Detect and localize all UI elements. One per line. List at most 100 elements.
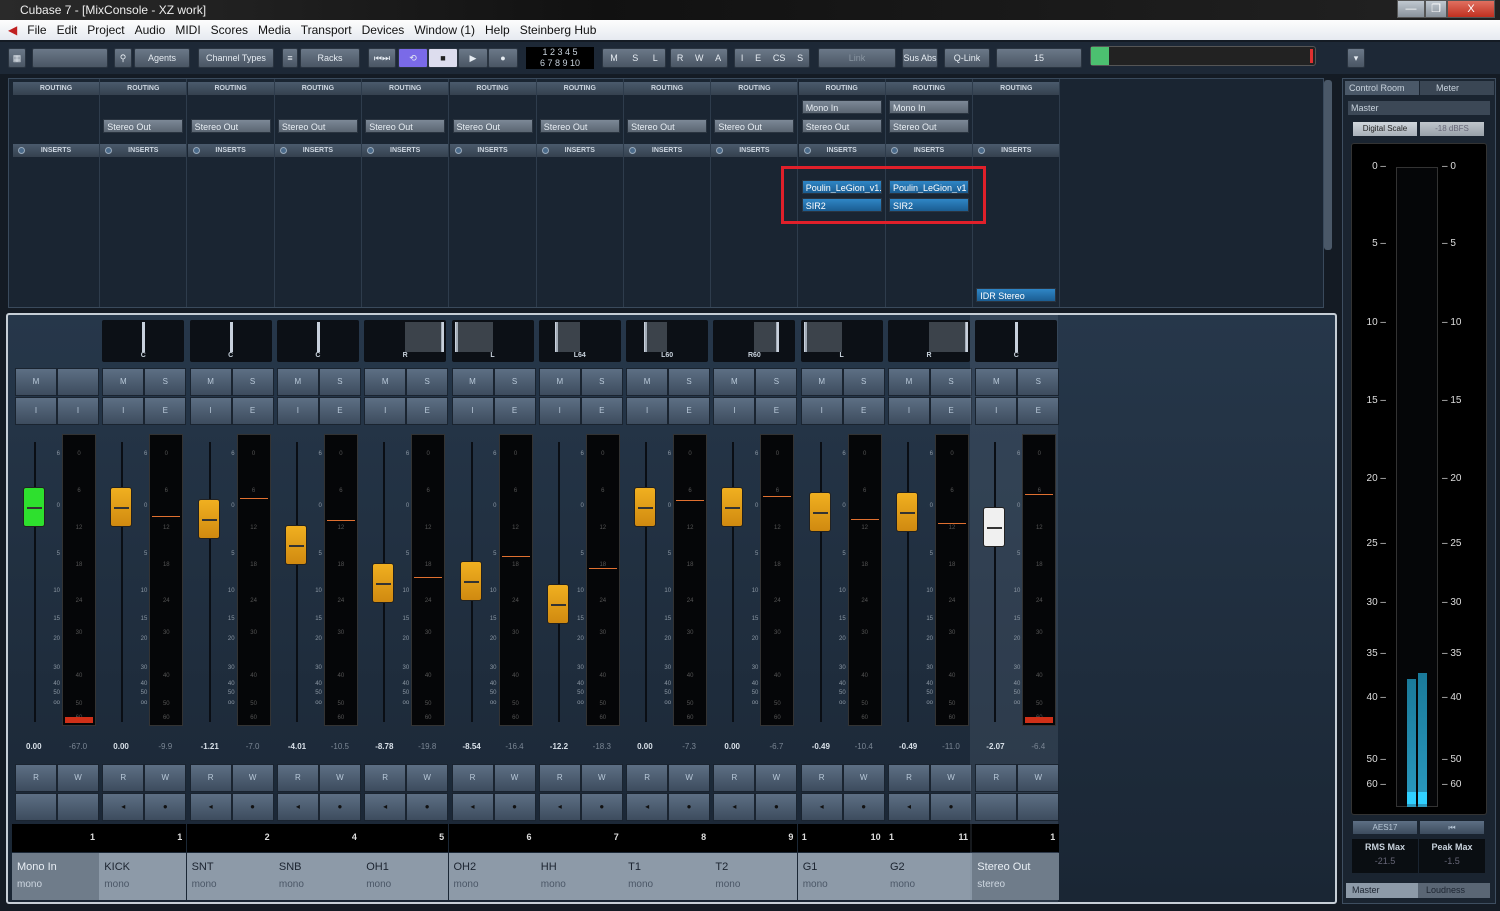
record-enable-button[interactable]	[975, 793, 1018, 821]
peak-value[interactable]: -10.4	[844, 742, 884, 751]
peak-value[interactable]: -19.8	[407, 742, 447, 751]
tab-control-room[interactable]: Control Room	[1345, 81, 1419, 95]
input-routing[interactable]: Mono In	[889, 100, 969, 114]
listen-button[interactable]: I	[888, 397, 930, 425]
mute-button[interactable]: M	[713, 368, 756, 396]
edit-button[interactable]: E	[580, 397, 623, 425]
tab-loudness[interactable]: Loudness	[1418, 883, 1490, 898]
fader-value[interactable]: 0.00	[14, 742, 54, 751]
peak-value[interactable]: -9.9	[145, 742, 185, 751]
inserts-bypass-icon[interactable]	[891, 147, 898, 154]
fader-value[interactable]: -0.49	[887, 742, 927, 751]
fader-value[interactable]: -8.54	[451, 742, 491, 751]
fader-handle[interactable]	[896, 491, 918, 532]
monitor-button[interactable]: ●	[231, 793, 274, 821]
listen-button[interactable]: I	[15, 397, 57, 425]
monitor-button[interactable]: ●	[318, 793, 361, 821]
record-button[interactable]: ●	[488, 48, 518, 68]
solo-button[interactable]	[57, 368, 99, 396]
link-dropdown[interactable]: Link	[818, 48, 896, 68]
channel-name[interactable]: OH1 mono	[361, 853, 449, 900]
pan-control[interactable]: C	[276, 320, 359, 362]
solo-button[interactable]: S	[755, 368, 798, 396]
edit-button[interactable]: I	[57, 397, 99, 425]
record-enable-button[interactable]: ◂	[713, 793, 756, 821]
read-button[interactable]: R	[276, 764, 319, 792]
write-all[interactable]: W	[695, 49, 704, 67]
inserts-bypass-icon[interactable]	[803, 147, 811, 154]
pan-control[interactable]: R	[888, 320, 970, 362]
channel-name[interactable]: G2 mono	[885, 853, 972, 900]
channel-name[interactable]: KICK mono	[99, 853, 187, 900]
visibility-config[interactable]	[32, 48, 108, 68]
write-button[interactable]: W	[406, 764, 449, 792]
fader-value[interactable]: 0.00	[712, 742, 752, 751]
edit-button[interactable]: E	[406, 397, 449, 425]
output-routing[interactable]: Stereo Out	[190, 119, 271, 133]
edit-button[interactable]: E	[493, 397, 536, 425]
menu-midi[interactable]: MIDI	[175, 20, 200, 40]
automation[interactable]: A	[715, 49, 721, 67]
clip-indicator[interactable]	[1025, 717, 1054, 723]
bypass-sends[interactable]: S	[797, 49, 803, 67]
listen-all[interactable]: L	[653, 49, 658, 67]
record-enable-button[interactable]: ◂	[189, 793, 232, 821]
channel-name[interactable]: OH2 mono	[448, 853, 536, 900]
listen-button[interactable]: I	[626, 397, 669, 425]
fader-value[interactable]: -4.01	[276, 742, 316, 751]
fader-value[interactable]: -12.2	[538, 742, 578, 751]
solo-button[interactable]: S	[231, 368, 274, 396]
mute-button[interactable]: M	[975, 368, 1018, 396]
read-button[interactable]: R	[189, 764, 232, 792]
peak-value[interactable]: -67.0	[58, 742, 98, 751]
write-button[interactable]: W	[755, 764, 798, 792]
peak-value[interactable]: -6.4	[1018, 742, 1058, 751]
write-button[interactable]: W	[842, 764, 885, 792]
record-enable-button[interactable]: ◂	[888, 793, 930, 821]
dbfs-button[interactable]: -18 dBFS	[1419, 121, 1485, 137]
solo-button[interactable]: S	[144, 368, 187, 396]
agents-button[interactable]: Agents	[134, 48, 190, 68]
dropdown-icon[interactable]: ▾	[1347, 48, 1365, 68]
menu-file[interactable]: File	[27, 20, 46, 40]
mute-button[interactable]: M	[538, 368, 581, 396]
monitor-button[interactable]: ●	[144, 793, 187, 821]
fader-handle[interactable]	[23, 487, 45, 527]
read-all[interactable]: R	[677, 49, 684, 67]
peak-value[interactable]: -7.3	[669, 742, 709, 751]
fader-handle[interactable]	[110, 487, 133, 527]
edit-button[interactable]: E	[930, 397, 972, 425]
tab-master[interactable]: Master	[1346, 883, 1418, 898]
pan-control[interactable]: C	[189, 320, 272, 362]
listen-button[interactable]: I	[189, 397, 232, 425]
peak-value[interactable]: -11.0	[931, 742, 971, 751]
solo-button[interactable]: S	[842, 368, 885, 396]
input-routing[interactable]: Mono In	[801, 100, 882, 114]
mute-button[interactable]: M	[102, 368, 145, 396]
channel-name[interactable]: T1 mono	[623, 853, 711, 900]
solo-button[interactable]: S	[1017, 368, 1060, 396]
inserts-bypass-icon[interactable]	[978, 147, 986, 154]
read-button[interactable]: R	[451, 764, 494, 792]
pan-control[interactable]: C	[102, 320, 185, 362]
read-button[interactable]: R	[364, 764, 407, 792]
write-button[interactable]: W	[231, 764, 274, 792]
read-button[interactable]: R	[800, 764, 843, 792]
menu-scores[interactable]: Scores	[211, 20, 248, 40]
listen-button[interactable]: I	[713, 397, 756, 425]
fader-handle[interactable]	[983, 506, 1006, 547]
inserts-bypass-icon[interactable]	[18, 147, 25, 154]
write-button[interactable]: W	[580, 764, 623, 792]
mute-button[interactable]: M	[888, 368, 930, 396]
fader-value[interactable]: 0.00	[101, 742, 141, 751]
monitor-button[interactable]: ●	[930, 793, 972, 821]
output-routing[interactable]: Stereo Out	[801, 119, 882, 133]
channel-name[interactable]: Mono In mono	[12, 853, 99, 900]
channel-types-button[interactable]: Channel Types	[198, 48, 274, 68]
listen-button[interactable]: I	[800, 397, 843, 425]
solo-button[interactable]: S	[406, 368, 449, 396]
edit-button[interactable]: E	[842, 397, 885, 425]
mute-button[interactable]: M	[15, 368, 57, 396]
mute-button[interactable]: M	[626, 368, 669, 396]
inserts-bypass-icon[interactable]	[367, 147, 375, 154]
